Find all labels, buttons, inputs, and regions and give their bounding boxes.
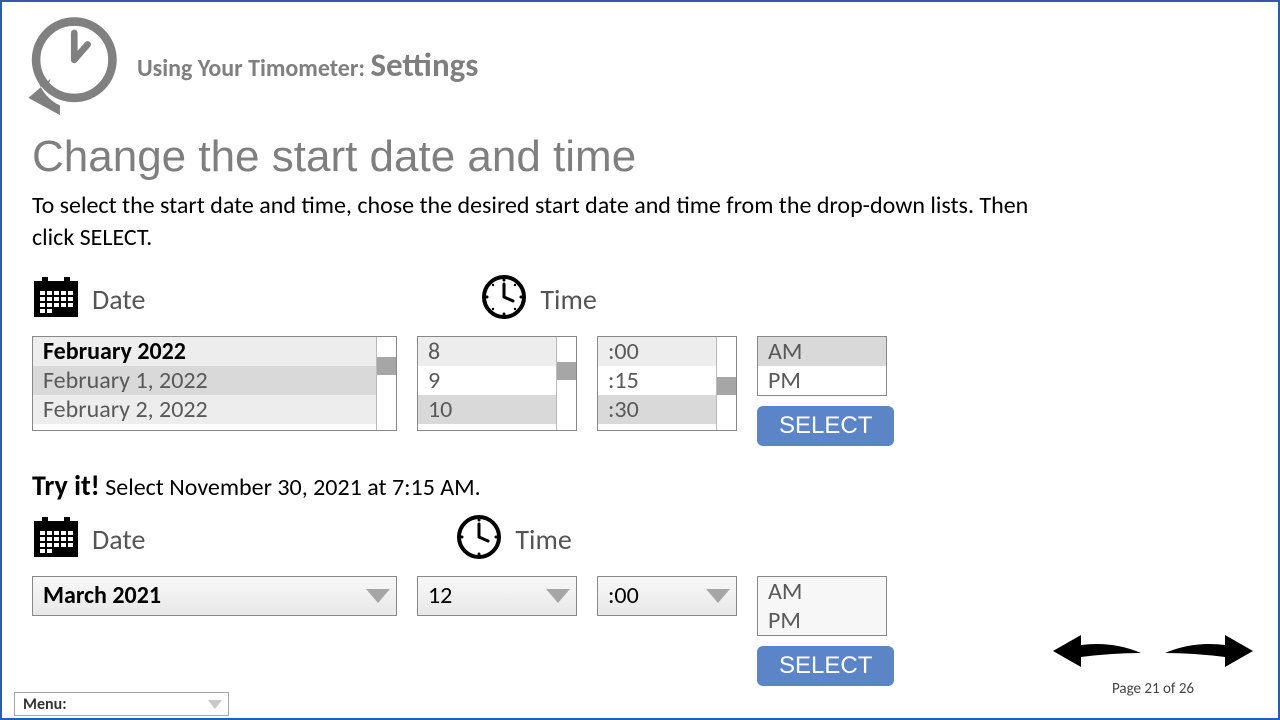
- list-item[interactable]: AM: [758, 577, 886, 606]
- date-label: Date: [92, 522, 145, 557]
- date-dropdown-value: March 2021: [43, 581, 161, 610]
- list-item[interactable]: February 2, 2022: [33, 395, 376, 424]
- list-item[interactable]: 10: [418, 395, 556, 424]
- chevron-down-icon: [208, 700, 222, 709]
- scrollbar[interactable]: [716, 337, 736, 430]
- time-label-group-2: Time: [455, 513, 571, 566]
- scrollbar[interactable]: [376, 337, 396, 430]
- try-it-label: Try it!: [32, 468, 100, 503]
- list-item[interactable]: :15: [598, 366, 716, 395]
- hour-listbox[interactable]: 8 9 10: [417, 336, 577, 431]
- list-item[interactable]: 8: [418, 337, 556, 366]
- page-title: Change the start date and time: [32, 132, 1248, 182]
- menu-label: Menu:: [23, 695, 67, 714]
- menu-dropdown[interactable]: Menu:: [14, 692, 229, 716]
- try-it-text: Select November 30, 2021 at 7:15 AM.: [100, 473, 481, 502]
- date-label-group: Date: [32, 273, 145, 326]
- page-indicator: Page 21 of 26: [1112, 680, 1194, 698]
- list-item[interactable]: February 2022: [33, 337, 376, 366]
- header-section: Settings: [370, 45, 478, 85]
- time-label-group: Time: [480, 273, 596, 326]
- hour-dropdown[interactable]: 12: [417, 576, 577, 616]
- date-label-group-2: Date: [32, 513, 145, 566]
- minute-dropdown-value: :00: [608, 581, 639, 610]
- time-label: Time: [515, 522, 571, 557]
- list-item[interactable]: PM: [758, 366, 886, 395]
- calendar-icon: [32, 515, 80, 564]
- list-item[interactable]: AM: [758, 337, 886, 366]
- list-item[interactable]: February 1, 2022: [33, 366, 376, 395]
- timometer-logo-icon: [17, 12, 122, 117]
- list-item[interactable]: :00: [598, 337, 716, 366]
- header-prefix: Using Your Timometer:: [137, 54, 370, 83]
- date-label: Date: [92, 282, 145, 317]
- select-button[interactable]: SELECT: [757, 646, 894, 686]
- chevron-down-icon: [706, 589, 730, 603]
- clock-icon: [455, 513, 503, 566]
- ampm-listbox[interactable]: AM PM: [757, 336, 887, 396]
- next-page-arrow-icon[interactable]: [1163, 631, 1253, 676]
- try-it-line: Try it! Select November 30, 2021 at 7:15…: [32, 468, 1248, 503]
- ampm-dropdown[interactable]: AM PM: [757, 576, 887, 636]
- hour-dropdown-value: 12: [428, 581, 452, 610]
- chevron-down-icon: [366, 589, 390, 603]
- minute-dropdown[interactable]: :00: [597, 576, 737, 616]
- pager-nav: Page 21 of 26: [1053, 631, 1253, 698]
- date-dropdown[interactable]: March 2021: [32, 576, 397, 616]
- clock-icon: [480, 273, 528, 326]
- select-button[interactable]: SELECT: [757, 406, 894, 446]
- instruction-text: To select the start date and time, chose…: [32, 190, 1032, 255]
- prev-page-arrow-icon[interactable]: [1053, 631, 1143, 676]
- list-item[interactable]: 9: [418, 366, 556, 395]
- date-listbox[interactable]: February 2022 February 1, 2022 February …: [32, 336, 397, 431]
- scrollbar[interactable]: [556, 337, 576, 430]
- time-label: Time: [540, 282, 596, 317]
- list-item[interactable]: :30: [598, 395, 716, 424]
- page-header: Using Your Timometer: Settings: [2, 2, 1278, 117]
- list-item[interactable]: PM: [758, 606, 886, 635]
- minute-listbox[interactable]: :00 :15 :30: [597, 336, 737, 431]
- calendar-icon: [32, 275, 80, 324]
- chevron-down-icon: [546, 589, 570, 603]
